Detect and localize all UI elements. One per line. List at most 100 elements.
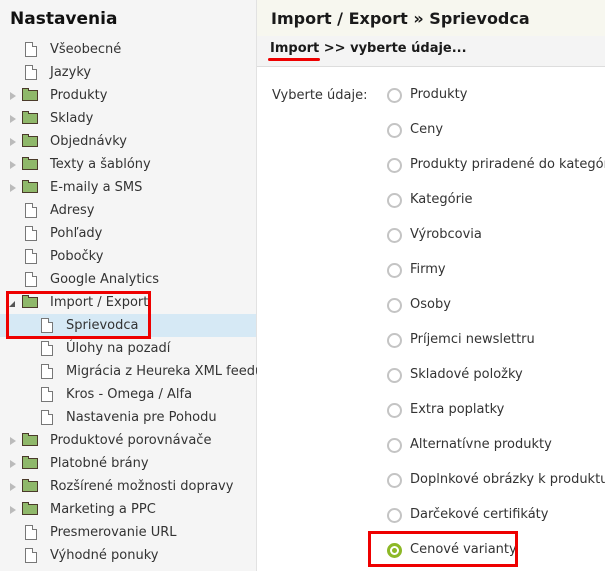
highlight-cenove-varianty: [368, 531, 518, 567]
radio-button[interactable]: [387, 473, 402, 488]
sidebar-item[interactable]: Platobné brány: [0, 452, 256, 475]
sidebar-item[interactable]: Texty a šablóny: [0, 153, 256, 176]
radio-button[interactable]: [387, 263, 402, 278]
data-select-label: Vyberte údaje:: [272, 88, 368, 103]
highlight-import-export: [6, 291, 151, 339]
folder-icon: [22, 479, 38, 492]
sidebar-item-label: Sklady: [50, 111, 94, 126]
folder-icon: [22, 134, 38, 147]
radio-label[interactable]: Ceny: [410, 122, 443, 137]
sidebar-item[interactable]: Migrácia z Heureka XML feedu: [0, 360, 263, 383]
sidebar-item[interactable]: Marketing a PPC: [0, 498, 256, 521]
sidebar-item-label: Migrácia z Heureka XML feedu: [66, 364, 264, 379]
sidebar-item[interactable]: Google Analytics: [0, 268, 256, 291]
page-icon: [41, 341, 53, 356]
sidebar-item-label: Adresy: [50, 203, 95, 218]
settings-sidebar: Nastavenia Všeobecné Jazyky Produkty Sklady…: [0, 0, 263, 571]
folder-icon: [22, 456, 38, 469]
radio-label[interactable]: Skladové položky: [410, 367, 523, 382]
sidebar-item[interactable]: Rozšírené možnosti dopravy: [0, 475, 256, 498]
expand-arrow-icon[interactable]: [10, 138, 16, 146]
expand-arrow-icon[interactable]: [10, 483, 16, 491]
radio-button[interactable]: [387, 193, 402, 208]
radio-label[interactable]: Doplnkové obrázky k produktu: [410, 472, 605, 487]
sidebar-item[interactable]: Sklady: [0, 107, 256, 130]
folder-icon: [22, 433, 38, 446]
sidebar-item-label: Presmerovanie URL: [50, 525, 177, 540]
sidebar-item-label: Kros - Omega / Alfa: [66, 387, 193, 402]
sidebar-item[interactable]: E-maily a SMS: [0, 176, 256, 199]
page-icon: [25, 272, 37, 287]
sidebar-item-label: Produkty: [50, 88, 108, 103]
radio-label[interactable]: Extra poplatky: [410, 402, 504, 417]
main-header: Import / Export » Sprievodca: [257, 0, 605, 36]
page-icon: [41, 364, 53, 379]
page-icon: [25, 65, 37, 80]
radio-button[interactable]: [387, 403, 402, 418]
sidebar-item-label: Úlohy na pozadí: [66, 341, 171, 356]
sidebar-item-label: Objednávky: [50, 134, 128, 149]
expand-arrow-icon[interactable]: [10, 506, 16, 514]
sidebar-item[interactable]: Produktové porovnávače: [0, 429, 256, 452]
sidebar-item-label: Pohľady: [50, 226, 103, 241]
breadcrumb-current: vyberte údaje...: [350, 41, 467, 56]
expand-arrow-icon[interactable]: [10, 115, 16, 123]
sidebar-item[interactable]: Jazyky: [0, 61, 256, 84]
radio-button[interactable]: [387, 88, 402, 103]
radio-button[interactable]: [387, 508, 402, 523]
folder-icon: [22, 502, 38, 515]
page-icon: [25, 249, 37, 264]
sidebar-item-label: Všeobecné: [50, 42, 122, 57]
radio-button[interactable]: [387, 333, 402, 348]
expand-arrow-icon[interactable]: [10, 92, 16, 100]
radio-button[interactable]: [387, 228, 402, 243]
sidebar-item-label: Marketing a PPC: [50, 502, 156, 517]
sidebar-item[interactable]: Objednávky: [0, 130, 256, 153]
sidebar-item-label: Google Analytics: [50, 272, 160, 287]
page-icon: [25, 42, 37, 57]
radio-label[interactable]: Produkty: [410, 87, 467, 102]
expand-arrow-icon[interactable]: [10, 437, 16, 445]
sidebar-item[interactable]: Adresy: [0, 199, 256, 222]
radio-button[interactable]: [387, 158, 402, 173]
folder-icon: [22, 111, 38, 124]
sidebar-item[interactable]: Pobočky: [0, 245, 256, 268]
radio-label[interactable]: Príjemci newslettru: [410, 332, 535, 347]
folder-icon: [22, 157, 38, 170]
page-icon: [41, 410, 53, 425]
sidebar-item-label: Nastavenia pre Pohodu: [66, 410, 217, 425]
sidebar-item-label: Texty a šablóny: [50, 157, 151, 172]
sidebar-item-label: Jazyky: [50, 65, 92, 80]
sidebar-item[interactable]: Presmerovanie URL: [0, 521, 256, 544]
radio-button[interactable]: [387, 298, 402, 313]
breadcrumb-separator: >>: [319, 41, 351, 56]
radio-label[interactable]: Darčekové certifikáty: [410, 507, 548, 522]
main-panel: Import / Export » Sprievodca Import >> v…: [257, 0, 605, 571]
expand-arrow-icon[interactable]: [10, 460, 16, 468]
radio-button[interactable]: [387, 123, 402, 138]
radio-label[interactable]: Produkty priradené do kategórií: [410, 157, 605, 172]
sidebar-item[interactable]: Pohľady: [0, 222, 256, 245]
page-icon: [25, 203, 37, 218]
radio-label[interactable]: Osoby: [410, 297, 451, 312]
expand-arrow-icon[interactable]: [10, 184, 16, 192]
sidebar-item-label: Výhodné ponuky: [50, 548, 159, 563]
sidebar-item[interactable]: Kros - Omega / Alfa: [0, 383, 256, 406]
radio-button[interactable]: [387, 368, 402, 383]
radio-label[interactable]: Výrobcovia: [410, 227, 482, 242]
sidebar-item[interactable]: Výhodné ponuky: [0, 544, 256, 567]
sidebar-title: Nastavenia: [10, 9, 118, 29]
sidebar-item[interactable]: Nastavenia pre Pohodu: [0, 406, 256, 429]
wizard-breadcrumb: Import >> vyberte údaje...: [257, 36, 605, 67]
page-title: Import / Export » Sprievodca: [271, 9, 530, 28]
radio-label[interactable]: Alternatívne produkty: [410, 437, 552, 452]
radio-button[interactable]: [387, 438, 402, 453]
sidebar-item[interactable]: Produkty: [0, 84, 256, 107]
radio-label[interactable]: Kategórie: [410, 192, 473, 207]
sidebar-item[interactable]: Všeobecné: [0, 38, 256, 61]
folder-icon: [22, 88, 38, 101]
sidebar-item-label: E-maily a SMS: [50, 180, 143, 195]
sidebar-item[interactable]: Úlohy na pozadí: [0, 337, 256, 360]
expand-arrow-icon[interactable]: [10, 161, 16, 169]
radio-label[interactable]: Firmy: [410, 262, 446, 277]
